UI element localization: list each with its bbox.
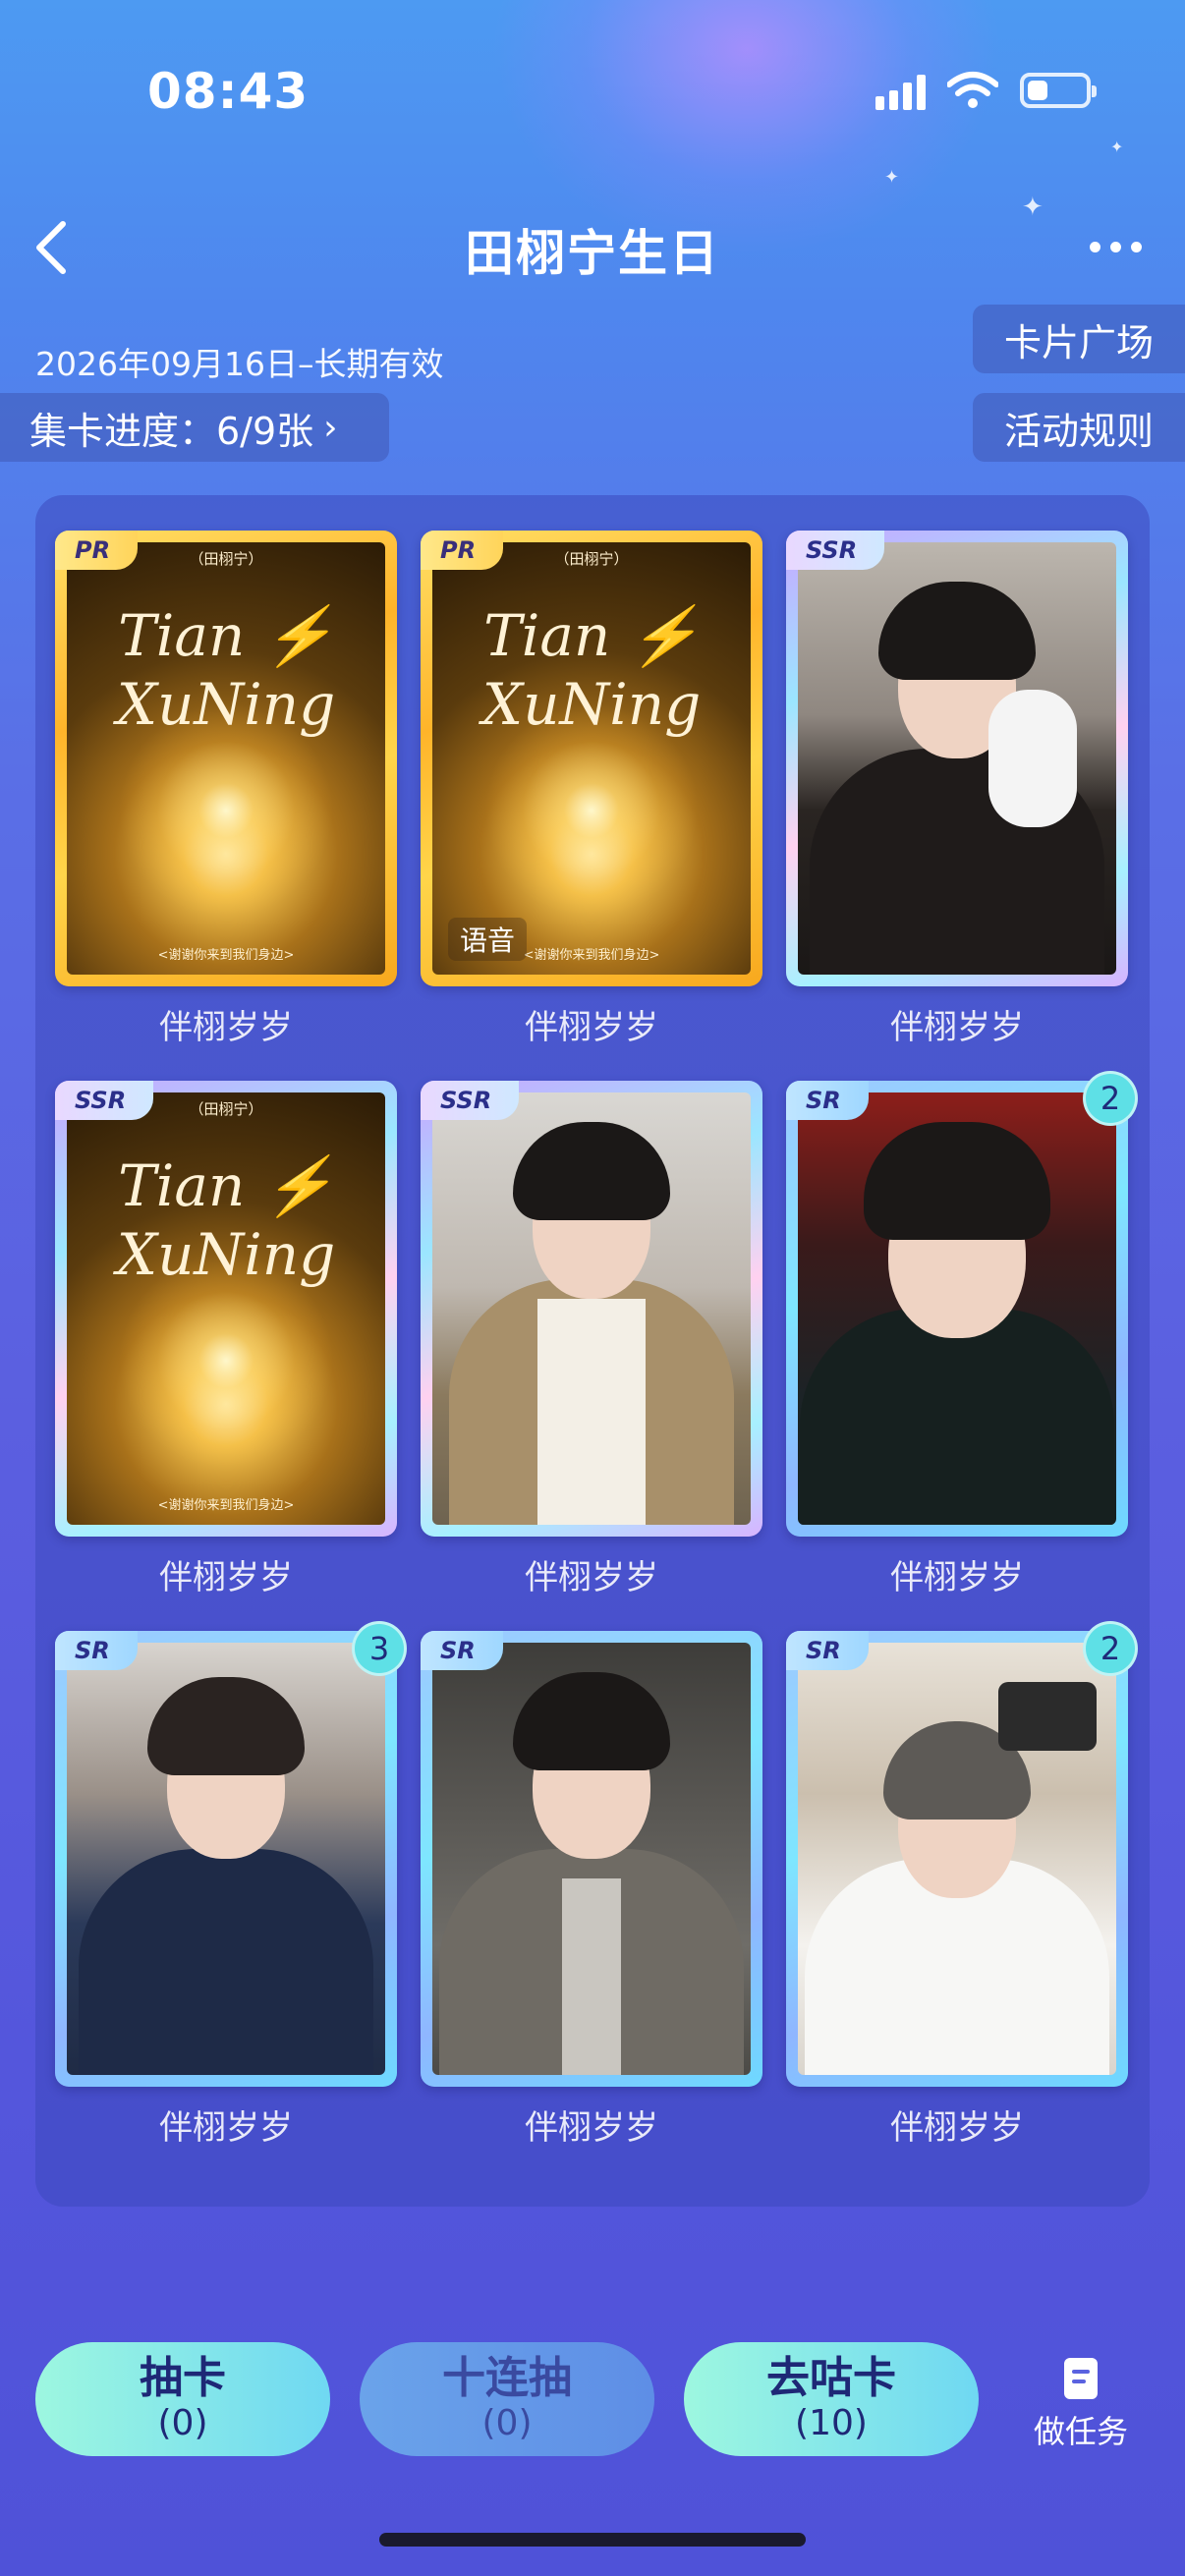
card-label: 伴栩岁岁 <box>525 1008 658 1047</box>
status-icons <box>875 71 1097 110</box>
card-label: 伴栩岁岁 <box>159 1558 293 1597</box>
card-photo <box>432 1643 751 2075</box>
card-label: 伴栩岁岁 <box>159 2108 293 2148</box>
rarity-badge: SSR <box>55 1081 154 1120</box>
card-footer-text: <谢谢你来到我们身边> <box>157 1498 295 1513</box>
draw-card-button[interactable]: 抽卡 (0) <box>35 2342 330 2456</box>
tasks-label: 做任务 <box>1033 2413 1128 2450</box>
card-item[interactable]: （田栩宁） Tian ⚡ XuNing <谢谢你来到我们身边> 语音 PR 伴栩… <box>421 531 762 1048</box>
card-item[interactable]: SR 2 伴栩岁岁 <box>786 1621 1138 2149</box>
card-count-badge: 2 <box>1083 1621 1138 1676</box>
goo-card-label: 去咕卡 <box>766 2353 896 2403</box>
card-item[interactable]: （田栩宁） Tian ⚡ XuNing <谢谢你来到我们身边> PR 伴栩岁岁 <box>55 531 397 1048</box>
card-label: 伴栩岁岁 <box>890 2108 1024 2148</box>
page-title: 田栩宁生日 <box>465 225 720 282</box>
draw-card-count: (0) <box>157 2403 208 2443</box>
card-label: 伴栩岁岁 <box>890 1008 1024 1047</box>
draw-card-label: 抽卡 <box>140 2353 226 2403</box>
card-photo <box>67 1643 385 2075</box>
card-photo <box>798 1092 1116 1525</box>
task-list-icon <box>1064 2358 1098 2399</box>
card-item[interactable]: SSR 伴栩岁岁 <box>421 1081 762 1598</box>
rarity-badge: PR <box>55 531 139 570</box>
card-artwork-title: Tian ⚡ XuNing <box>116 1152 336 1288</box>
card-photo <box>798 542 1116 975</box>
card-label: 伴栩岁岁 <box>159 1008 293 1047</box>
card-frame[interactable]: SSR <box>421 1081 762 1537</box>
card-frame[interactable]: SR <box>55 1631 397 2087</box>
card-item[interactable]: SR 2 伴栩岁岁 <box>786 1071 1138 1598</box>
chevron-right-icon: › <box>323 407 338 448</box>
card-item[interactable]: SR 伴栩岁岁 <box>421 1631 762 2149</box>
card-image: （田栩宁） Tian ⚡ XuNing <谢谢你来到我们身边> 语音 <box>432 542 751 975</box>
card-item[interactable]: SR 3 伴栩岁岁 <box>55 1621 407 2149</box>
card-count-badge: 2 <box>1083 1071 1138 1126</box>
battery-icon <box>1020 73 1097 108</box>
card-item[interactable]: （田栩宁） Tian ⚡ XuNing <谢谢你来到我们身边> SSR 伴栩岁岁 <box>55 1081 397 1598</box>
card-image: （田栩宁） Tian ⚡ XuNing <谢谢你来到我们身边> <box>67 542 385 975</box>
date-range: 2026年09月16日–长期有效 <box>35 345 444 383</box>
collection-progress-button[interactable]: 集卡进度：6/9张 › <box>0 393 389 462</box>
wifi-icon <box>947 72 998 108</box>
card-square-button[interactable]: 卡片广场 <box>973 305 1185 373</box>
collection-progress-label: 集卡进度：6/9张 <box>29 409 314 453</box>
rarity-badge: SR <box>421 1631 503 1670</box>
card-photo <box>432 1092 751 1525</box>
signal-icon <box>875 71 926 110</box>
draw-ten-button[interactable]: 十连抽 (0) <box>360 2342 654 2456</box>
status-time: 08:43 <box>147 63 310 120</box>
card-label: 伴栩岁岁 <box>890 1558 1024 1597</box>
card-grid-panel: （田栩宁） Tian ⚡ XuNing <谢谢你来到我们身边> PR 伴栩岁岁 … <box>35 495 1150 2207</box>
card-frame[interactable]: SSR <box>786 531 1128 986</box>
voice-tag[interactable]: 语音 <box>448 918 528 961</box>
rarity-badge: SSR <box>421 1081 520 1120</box>
goo-card-count: (10) <box>795 2403 868 2443</box>
card-frame[interactable]: （田栩宁） Tian ⚡ XuNing <谢谢你来到我们身边> SSR <box>55 1081 397 1537</box>
tasks-button[interactable]: 做任务 <box>1022 2358 1140 2452</box>
rarity-badge: PR <box>421 531 504 570</box>
card-frame[interactable]: SR <box>786 1081 1128 1537</box>
card-artwork-title: Tian ⚡ XuNing <box>481 602 702 738</box>
rarity-badge: SR <box>786 1081 869 1120</box>
rarity-badge: SR <box>786 1631 869 1670</box>
card-count-badge: 3 <box>352 1621 407 1676</box>
more-icon[interactable] <box>1090 242 1142 252</box>
card-frame[interactable]: SR <box>421 1631 762 2087</box>
sparkle-icon: ✦ <box>884 167 900 188</box>
card-frame[interactable]: SR <box>786 1631 1128 2087</box>
card-item[interactable]: SSR 伴栩岁岁 <box>786 531 1128 1048</box>
card-label: 伴栩岁岁 <box>525 2108 658 2148</box>
rarity-badge: SSR <box>786 531 885 570</box>
card-footer-text: <谢谢你来到我们身边> <box>157 948 295 963</box>
card-artwork-title: Tian ⚡ XuNing <box>116 602 336 738</box>
card-photo <box>798 1643 1116 2075</box>
rarity-badge: SR <box>55 1631 138 1670</box>
card-frame[interactable]: （田栩宁） Tian ⚡ XuNing <谢谢你来到我们身边> PR <box>55 531 397 986</box>
card-image: （田栩宁） Tian ⚡ XuNing <谢谢你来到我们身边> <box>67 1092 385 1525</box>
draw-ten-count: (0) <box>481 2403 533 2443</box>
goo-card-button[interactable]: 去咕卡 (10) <box>684 2342 979 2456</box>
activity-rules-button[interactable]: 活动规则 <box>973 393 1185 462</box>
sparkle-icon: ✦ <box>1110 138 1124 156</box>
card-label: 伴栩岁岁 <box>525 1558 658 1597</box>
card-frame[interactable]: （田栩宁） Tian ⚡ XuNing <谢谢你来到我们身边> 语音 PR <box>421 531 762 986</box>
draw-ten-label: 十连抽 <box>442 2353 572 2403</box>
home-indicator <box>379 2533 806 2547</box>
